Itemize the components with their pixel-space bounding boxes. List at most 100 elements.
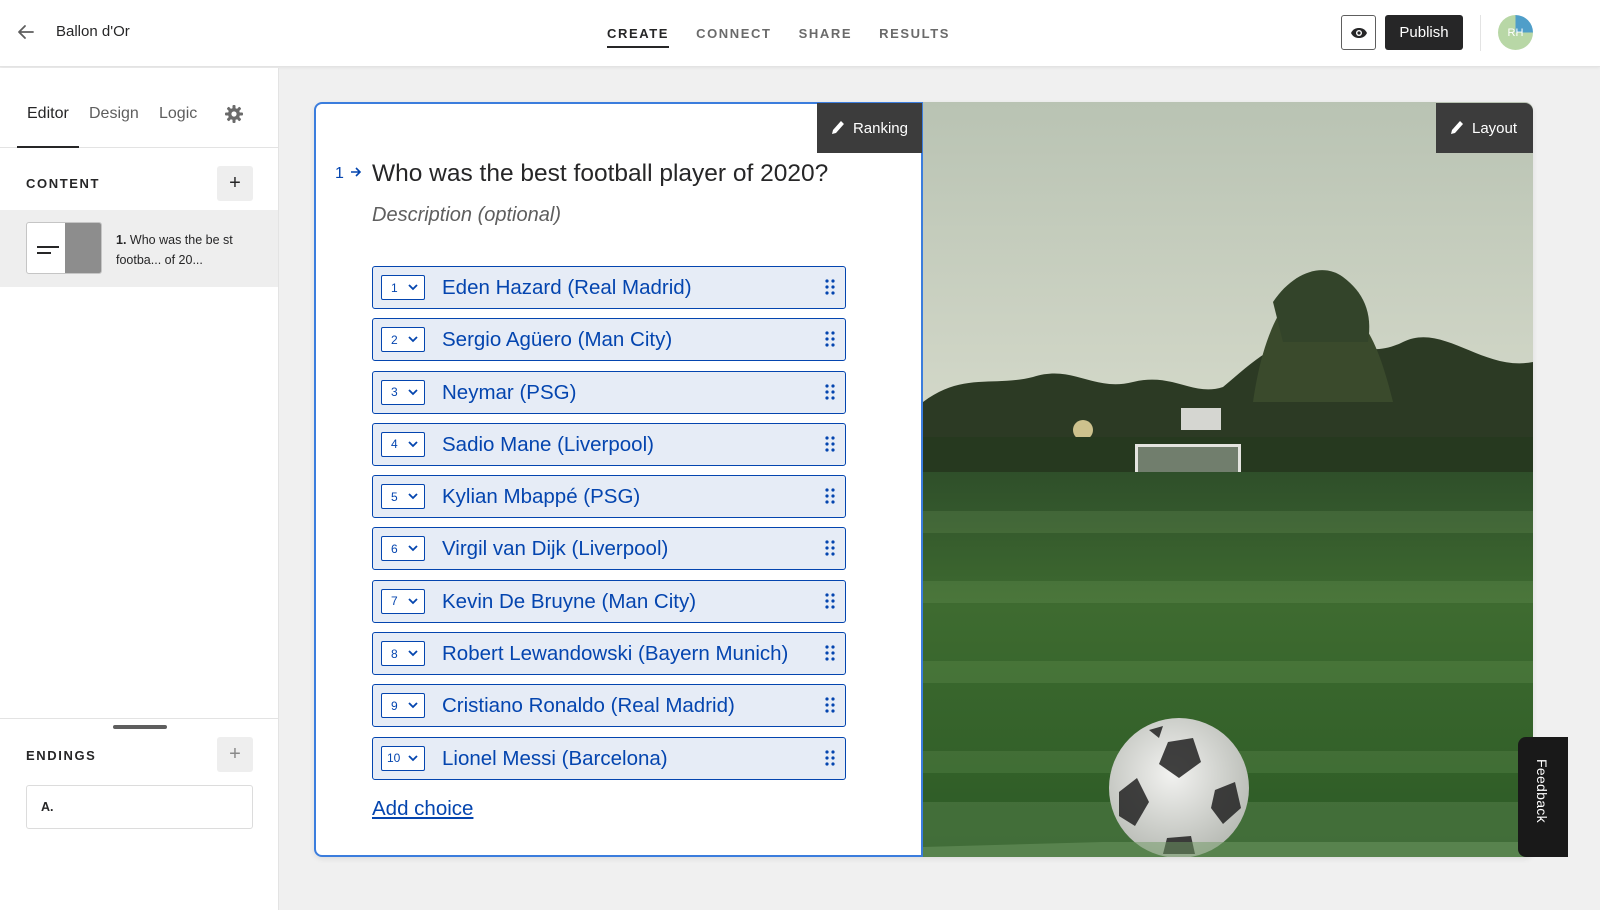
add-content-button[interactable]: + — [217, 166, 253, 201]
rank-select[interactable]: 9 — [381, 693, 425, 719]
thumbnail-text-line — [37, 246, 59, 248]
rank-value: 6 — [391, 541, 398, 556]
header-divider — [1480, 15, 1481, 51]
choice-label[interactable]: Kylian Mbappé (PSG) — [442, 485, 640, 509]
choice-label[interactable]: Lionel Messi (Barcelona) — [442, 747, 668, 771]
choice-item[interactable]: 9 Cristiano Ronaldo (Real Madrid) — [372, 684, 846, 728]
grip-icon[interactable] — [825, 488, 835, 504]
active-tab-indicator — [17, 146, 79, 148]
top-header: Ballon d'Or CREATE CONNECT SHARE RESULTS… — [0, 0, 1600, 67]
chevron-down-icon — [408, 441, 418, 448]
choice-item[interactable]: 3 Neymar (PSG) — [372, 370, 846, 414]
eye-icon — [1350, 27, 1367, 38]
choice-item[interactable]: 5 Kylian Mbappé (PSG) — [372, 475, 846, 519]
rank-value: 10 — [387, 751, 401, 766]
grip-icon[interactable] — [825, 540, 835, 557]
rank-value: 3 — [391, 385, 398, 400]
content-item-text: 1. Who was the be st footba... of 20... — [116, 230, 241, 270]
football-field-photo — [923, 102, 1533, 857]
ranking-choices: 1 Eden Hazard (Real Madrid) 2 Sergio Agü… — [372, 266, 846, 789]
pencil-icon — [1451, 121, 1463, 134]
question-description[interactable]: Description (optional) — [372, 204, 561, 227]
grip-icon[interactable] — [825, 331, 835, 347]
sidebar-tabs: Editor Design Logic — [0, 68, 279, 148]
rank-value: 7 — [391, 594, 398, 609]
choice-item[interactable]: 2 Sergio Agüero (Man City) — [372, 318, 846, 362]
rank-select[interactable]: 3 — [381, 379, 425, 405]
rank-select[interactable]: 6 — [381, 536, 425, 562]
grip-icon[interactable] — [825, 593, 835, 609]
gear-icon — [225, 105, 243, 123]
question-title[interactable]: Who was the best football player of 2020… — [372, 160, 828, 188]
choice-label[interactable]: Sadio Mane (Liverpool) — [442, 433, 654, 457]
rank-value: 5 — [391, 489, 398, 504]
choice-label[interactable]: Cristiano Ronaldo (Real Madrid) — [442, 694, 735, 718]
tab-create[interactable]: CREATE — [607, 0, 670, 67]
feedback-label: Feedback — [1534, 759, 1550, 823]
content-item-label: Who was the be st footba... of 20... — [116, 233, 233, 267]
back-button[interactable] — [14, 20, 38, 44]
choice-label[interactable]: Eden Hazard (Real Madrid) — [442, 276, 692, 300]
thumbnail-image — [65, 223, 101, 273]
settings-button[interactable] — [224, 104, 244, 124]
tab-connect[interactable]: CONNECT — [696, 0, 771, 67]
tab-results[interactable]: RESULTS — [879, 0, 950, 67]
rank-select[interactable]: 7 — [381, 588, 425, 614]
rank-value: 9 — [391, 698, 398, 713]
ending-item-a[interactable]: A. — [26, 785, 253, 829]
add-choice-link[interactable]: Add choice — [372, 797, 473, 821]
rank-select[interactable]: 10 — [381, 745, 425, 771]
arrow-left-icon — [18, 25, 34, 39]
chevron-down-icon — [408, 493, 418, 500]
grip-icon[interactable] — [825, 645, 835, 661]
choice-item[interactable]: 6 Virgil van Dijk (Liverpool) — [372, 527, 846, 571]
choice-label[interactable]: Sergio Agüero (Man City) — [442, 328, 672, 352]
grip-icon[interactable] — [825, 697, 835, 713]
chevron-down-icon — [408, 336, 418, 343]
question-thumbnail — [26, 222, 102, 274]
rank-select[interactable]: 5 — [381, 484, 425, 510]
form-title[interactable]: Ballon d'Or — [56, 23, 130, 40]
question-image[interactable] — [923, 102, 1533, 857]
rank-select[interactable]: 4 — [381, 431, 425, 457]
content-section-label: CONTENT — [26, 176, 101, 191]
grip-icon[interactable] — [825, 750, 835, 766]
chevron-down-icon — [408, 284, 418, 291]
grip-icon[interactable] — [825, 436, 835, 452]
question-number: 1 — [335, 165, 362, 183]
grip-icon[interactable] — [825, 383, 835, 400]
choice-label[interactable]: Virgil van Dijk (Liverpool) — [442, 537, 668, 561]
layout-button[interactable]: Layout — [1436, 103, 1533, 153]
add-ending-button[interactable]: + — [217, 737, 253, 772]
choice-item[interactable]: 7 Kevin De Bruyne (Man City) — [372, 579, 846, 623]
choice-item[interactable]: 1 Eden Hazard (Real Madrid) — [372, 266, 846, 309]
panel-resize-handle[interactable] — [113, 725, 167, 729]
rank-value: 8 — [391, 646, 398, 661]
thumbnail-text-line — [37, 252, 51, 254]
rank-value: 2 — [391, 332, 398, 347]
tab-editor[interactable]: Editor — [27, 105, 69, 123]
grip-icon[interactable] — [825, 279, 835, 295]
rank-select[interactable]: 8 — [381, 641, 425, 667]
tab-design[interactable]: Design — [89, 105, 139, 123]
choice-label[interactable]: Neymar (PSG) — [442, 381, 576, 405]
question-type-label: Ranking — [852, 119, 908, 137]
question-type-button[interactable]: Ranking — [817, 103, 922, 153]
sidebar: Editor Design Logic CONTENT + 1. Who was… — [0, 68, 279, 910]
layout-label: Layout — [1472, 119, 1518, 137]
question-number-value: 1 — [335, 165, 344, 182]
tab-logic[interactable]: Logic — [159, 105, 197, 123]
choice-label[interactable]: Robert Lewandowski (Bayern Munich) — [442, 642, 788, 666]
avatar[interactable]: RH — [1498, 15, 1533, 50]
choice-item[interactable]: 4 Sadio Mane (Liverpool) — [372, 422, 846, 466]
choice-label[interactable]: Kevin De Bruyne (Man City) — [442, 590, 696, 614]
choice-item[interactable]: 8 Robert Lewandowski (Bayern Munich) — [372, 632, 846, 676]
preview-button[interactable] — [1341, 15, 1376, 50]
rank-select[interactable]: 2 — [381, 327, 425, 353]
content-item-1[interactable]: 1. Who was the be st footba... of 20... — [0, 210, 278, 287]
rank-select[interactable]: 1 — [381, 275, 425, 300]
choice-item[interactable]: 10 Lionel Messi (Barcelona) — [372, 736, 846, 780]
tab-share[interactable]: SHARE — [799, 0, 853, 67]
endings-section-label: ENDINGS — [26, 748, 97, 763]
publish-button[interactable]: Publish — [1385, 15, 1463, 50]
